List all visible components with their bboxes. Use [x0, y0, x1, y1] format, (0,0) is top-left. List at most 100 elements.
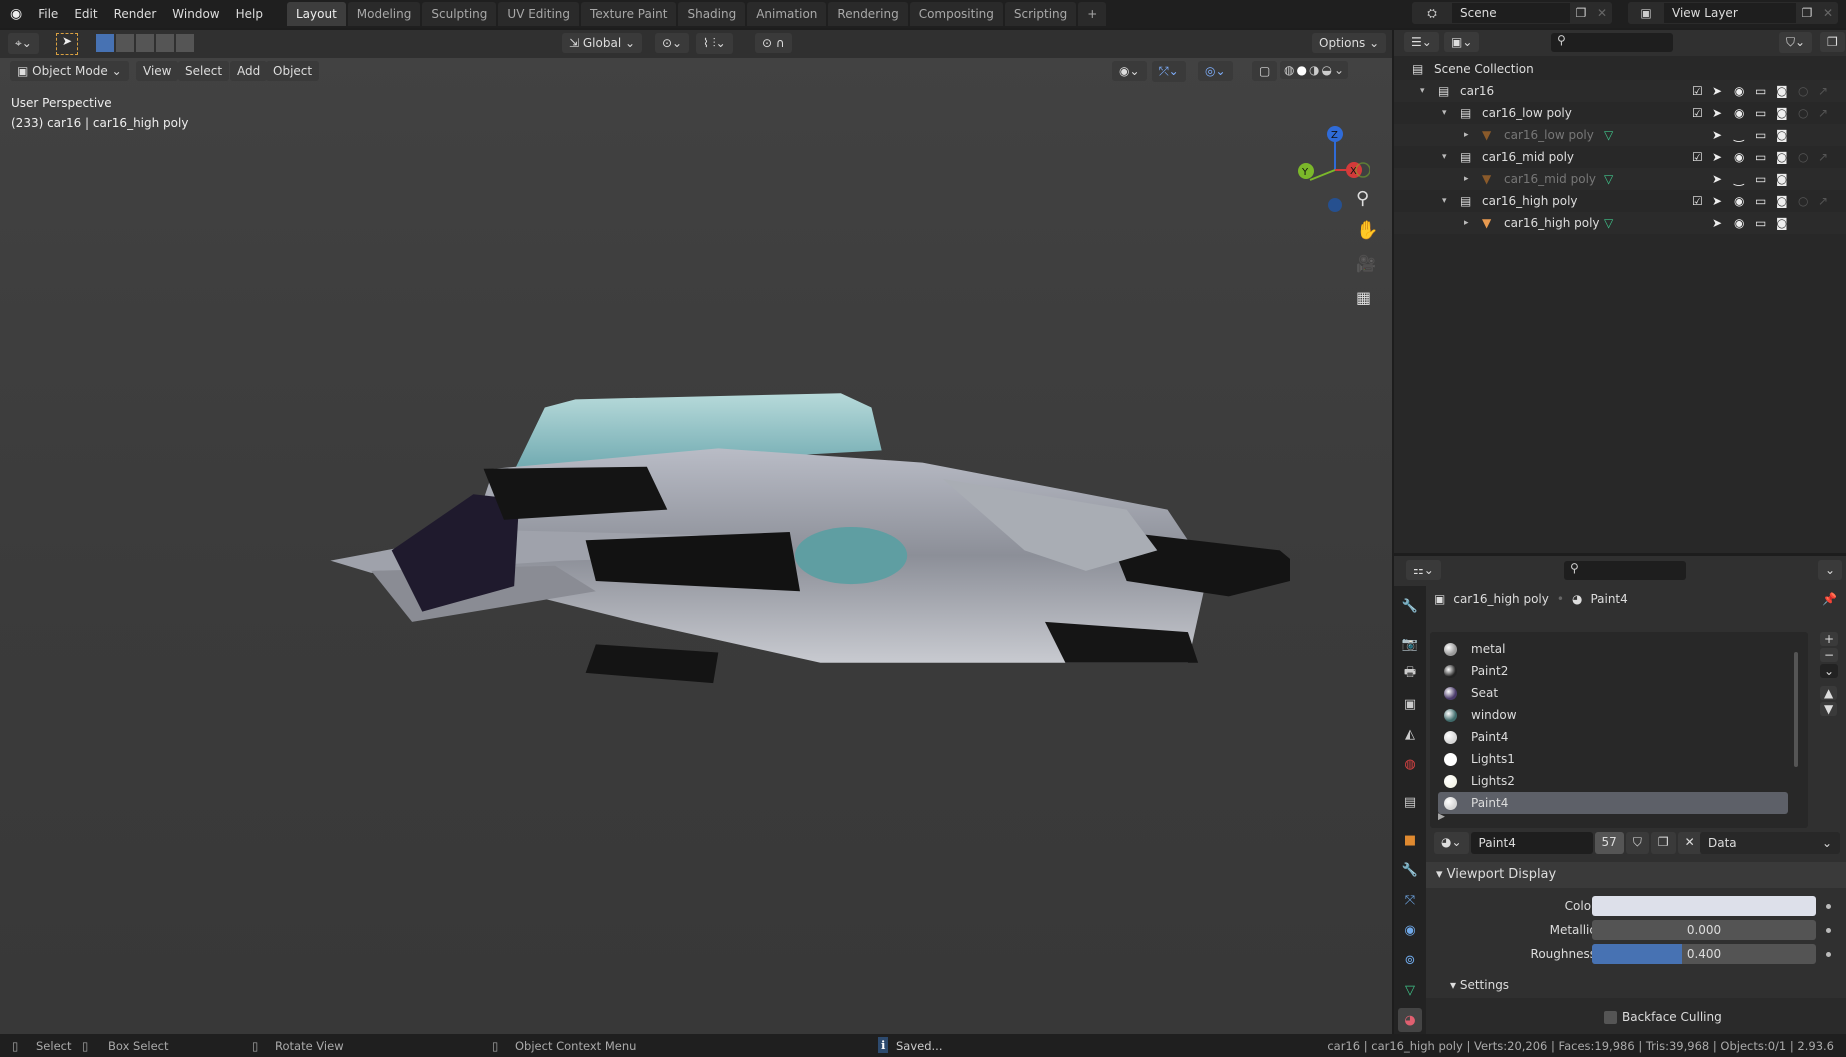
keyframe-dot[interactable]	[1826, 952, 1831, 957]
filter-view-layer-dropdown[interactable]: ▣⌄	[1444, 32, 1480, 52]
indirect-only-icon[interactable]: ↗	[1818, 106, 1828, 120]
view-layer-selector[interactable]: ▣ View Layer ❐ ✕	[1628, 2, 1838, 24]
tab-animation[interactable]: Animation	[747, 2, 827, 26]
slot-specials-dropdown[interactable]: ⌄	[1820, 664, 1839, 678]
overlay-toggle[interactable]: ◎⌄	[1198, 61, 1233, 81]
render-tab-icon[interactable]: 📷	[1398, 632, 1422, 656]
material-slot-list[interactable]: ▶ metal Paint2 Seat window Paint4 Lights1 Ligh…	[1430, 632, 1808, 828]
render-camera-icon[interactable]: ◙	[1776, 216, 1788, 230]
move-slot-up-button[interactable]: ▲	[1820, 686, 1838, 700]
outliner-item-label[interactable]: car16_low poly	[1504, 128, 1594, 142]
wireframe-shading-icon[interactable]: ◍	[1284, 63, 1294, 77]
list-scrollbar[interactable]	[1794, 652, 1798, 767]
blender-logo-icon[interactable]: ◉	[10, 6, 22, 22]
properties-editor-type-button[interactable]: ⚏⌄	[1406, 560, 1441, 580]
render-camera-icon[interactable]: ◙	[1776, 150, 1788, 164]
menu-render[interactable]: Render	[106, 7, 165, 21]
outliner-row[interactable]: ▸ ▼ car16_high poly ▽ ➤ ◉ ▭ ◙	[1394, 212, 1846, 234]
viewport-display-icon[interactable]: ▭	[1755, 106, 1766, 120]
xray-toggle[interactable]: ▢	[1252, 61, 1278, 81]
exclude-checkbox[interactable]: ☑	[1692, 84, 1703, 98]
material-slot[interactable]: Paint4	[1438, 726, 1788, 748]
outliner-item-label[interactable]: car16_high poly	[1482, 194, 1578, 208]
fake-user-button[interactable]: ⛉	[1625, 832, 1649, 854]
move-slot-down-button[interactable]: ▼	[1820, 702, 1838, 716]
remove-slot-button[interactable]: −	[1820, 648, 1839, 662]
outliner-row[interactable]: ▾ ▤ car16_high poly ☑ ➤ ◉ ▭ ◙ ○ ↗	[1394, 190, 1846, 212]
eye-icon[interactable]: ◉	[1734, 216, 1744, 230]
world-tab-icon[interactable]: ◍	[1398, 752, 1422, 776]
selectable-icon[interactable]: ➤	[1712, 194, 1722, 208]
ortho-toggle-icon[interactable]: ▦	[1356, 288, 1371, 307]
viewport-display-icon[interactable]: ▭	[1755, 150, 1766, 164]
tab-texture-paint[interactable]: Texture Paint	[581, 2, 677, 26]
tab-compositing[interactable]: Compositing	[909, 2, 1003, 26]
particles-tab-icon[interactable]: ⤧	[1398, 888, 1422, 912]
properties-options-dropdown[interactable]: ⌄	[1818, 560, 1843, 580]
keyframe-dot[interactable]	[1826, 904, 1831, 909]
render-camera-icon[interactable]: ◙	[1776, 106, 1788, 120]
menu-window[interactable]: Window	[164, 7, 227, 21]
outliner-item-label[interactable]: car16_mid poly	[1504, 172, 1596, 186]
proportional-edit-toggle[interactable]: ⊙ ∩	[755, 33, 792, 53]
options-dropdown[interactable]: Options ⌄	[1312, 33, 1387, 53]
hidden-eye-icon[interactable]: ‿	[1734, 128, 1744, 142]
render-camera-icon[interactable]: ◙	[1776, 128, 1788, 142]
output-tab-icon[interactable]: 🖶	[1398, 662, 1422, 686]
browse-material-button[interactable]: ◕⌄	[1434, 832, 1469, 854]
collapse-arrow-icon[interactable]: ▾	[1442, 196, 1447, 206]
selectable-icon[interactable]: ➤	[1712, 150, 1722, 164]
tab-layout[interactable]: Layout	[286, 2, 346, 26]
tab-rendering[interactable]: Rendering	[828, 2, 908, 26]
holdout-icon[interactable]: ○	[1798, 106, 1808, 120]
selectable-icon[interactable]: ➤	[1712, 128, 1722, 142]
gizmo-toggle[interactable]: ⤱⌄	[1152, 61, 1186, 82]
status-saved[interactable]: Saved...	[896, 1039, 943, 1053]
material-name-field[interactable]: Paint4	[1470, 832, 1593, 854]
metallic-slider[interactable]: 0.000	[1592, 920, 1816, 940]
menu-add[interactable]: Add	[230, 61, 268, 81]
roughness-slider[interactable]: 0.400	[1592, 944, 1816, 964]
material-slot[interactable]: window	[1438, 704, 1788, 726]
menu-select[interactable]: Select	[178, 61, 230, 81]
exclude-checkbox[interactable]: ☑	[1692, 150, 1703, 164]
exclude-checkbox[interactable]: ☑	[1692, 194, 1703, 208]
tab-modeling[interactable]: Modeling	[347, 2, 421, 26]
constraints-tab-icon[interactable]: ⊚	[1398, 948, 1422, 972]
holdout-icon[interactable]: ○	[1798, 150, 1808, 164]
snap-toggle[interactable]: ⌇ ⫶⌄	[696, 33, 733, 54]
rendered-shading-icon[interactable]: ◒	[1321, 63, 1331, 77]
unlink-material-button[interactable]: ✕	[1677, 832, 1702, 854]
users-count[interactable]: 57	[1594, 832, 1624, 854]
hidden-eye-icon[interactable]: ‿	[1734, 172, 1744, 186]
holdout-icon[interactable]: ○	[1798, 194, 1808, 208]
scene-selector[interactable]: ⛭ Scene ❐ ✕	[1412, 2, 1612, 24]
visibility-dropdown[interactable]: ◉⌄	[1112, 61, 1147, 81]
display-mode-dropdown[interactable]: ☰⌄	[1404, 32, 1439, 52]
zoom-icon[interactable]: ⚲	[1356, 188, 1369, 209]
outliner-row[interactable]: ▾ ▤ car16_mid poly ☑ ➤ ◉ ▭ ◙ ○ ↗	[1394, 146, 1846, 168]
new-collection-button[interactable]: ❐	[1820, 32, 1845, 52]
menu-file[interactable]: File	[30, 7, 66, 21]
data-tab-icon[interactable]: ▽	[1398, 978, 1422, 1002]
select-mode-buttons[interactable]	[96, 34, 194, 52]
viewport-display-icon[interactable]: ▭	[1755, 128, 1766, 142]
keyframe-dot[interactable]	[1826, 928, 1831, 933]
render-camera-icon[interactable]: ◙	[1776, 172, 1788, 186]
object-tab-icon[interactable]: ■	[1398, 828, 1422, 852]
exclude-checkbox[interactable]: ☑	[1692, 106, 1703, 120]
material-tab-icon[interactable]: ◕	[1398, 1008, 1422, 1032]
settings-subpanel-header[interactable]: ▾ Settings	[1450, 978, 1509, 992]
collapse-arrow-icon[interactable]: ▾	[1442, 108, 1447, 118]
view-layer-name[interactable]: View Layer	[1664, 3, 1796, 23]
expand-arrow-icon[interactable]: ▸	[1464, 130, 1469, 140]
tab-shading[interactable]: Shading	[678, 2, 746, 26]
tool-tab-icon[interactable]: 🔧	[1398, 594, 1422, 618]
camera-view-icon[interactable]: 🎥	[1356, 254, 1376, 273]
delete-scene-icon[interactable]: ✕	[1592, 6, 1612, 20]
tab-uv-editing[interactable]: UV Editing	[498, 2, 580, 26]
view-layer-tab-icon[interactable]: ▣	[1398, 692, 1422, 716]
scene-tab-icon[interactable]: ◭	[1398, 722, 1422, 746]
indirect-only-icon[interactable]: ↗	[1818, 84, 1828, 98]
selectable-icon[interactable]: ➤	[1712, 106, 1722, 120]
